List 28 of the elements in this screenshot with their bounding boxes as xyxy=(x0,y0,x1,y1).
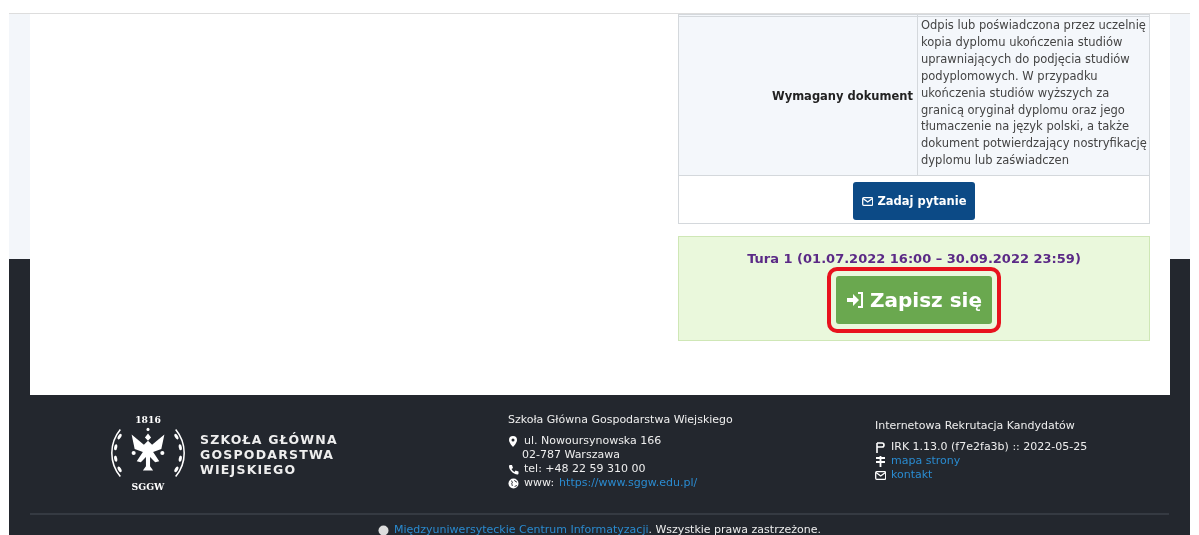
signpost-icon xyxy=(875,455,886,467)
www-label: www: xyxy=(524,476,555,490)
envelope-icon xyxy=(861,195,873,207)
phone-icon xyxy=(508,463,519,475)
address-title: Szkoła Główna Gospodarstwa Wiejskiego xyxy=(508,413,734,426)
version-info: IRK 1.13.0 (f7e2fa3b) :: 2022-05-25 xyxy=(891,440,1088,454)
row-value: Odpis lub poświadczona przez uczelnię kopia dyplomu ukończenia studiów uprawniających do podjęcia studiów podyplomowych. W przypadku ukończenia studiów wyższych za granicą oryginał dyplomu oraz jego tłumaczenie na język polski, a także dokument potwierdzający nostryfikację dyplomu lub zaświadczen xyxy=(921,18,1147,168)
sitemap-link[interactable]: mapa strony xyxy=(891,454,961,468)
ask-question-button[interactable]: Zadaj pytanie xyxy=(852,182,976,221)
sign-in-icon xyxy=(846,292,864,309)
street: ul. Nowoursynowska 166 xyxy=(524,434,662,448)
website-link[interactable]: https://www.sggw.edu.pl/ xyxy=(559,476,698,490)
signup-button[interactable]: Zapisz się xyxy=(836,276,992,325)
emblem-logo: 1816 SGGW xyxy=(108,413,188,495)
university-name: GOSPODARSTWA xyxy=(200,446,336,462)
round-dates: Tura 1 (01.07.2022 16:00 – 30.09.2022 23:59) xyxy=(747,251,1081,267)
location-pin-icon xyxy=(508,435,519,447)
phone-number: tel: +48 22 59 310 00 xyxy=(524,462,646,476)
mci-link[interactable]: Międzyuniwersyteckie Centrum Informatyzacji xyxy=(394,523,649,535)
system-title: Internetowa Rekrutacja Kandydatów xyxy=(875,419,1076,432)
row-label: Wymagany dokument xyxy=(771,89,913,104)
contact-link[interactable]: kontakt xyxy=(891,468,933,482)
globe-icon xyxy=(508,477,519,489)
city: 02-787 Warszawa xyxy=(522,448,620,461)
envelope-icon xyxy=(875,469,886,481)
university-name: SZKOŁA GŁÓWNA xyxy=(200,431,338,447)
copyright-text: Międzyuniwersyteckie Centrum Informatyzacji. Wszystkie prawa zastrzeżone. xyxy=(394,523,821,535)
university-name: WIEJSKIEGO xyxy=(200,461,298,477)
